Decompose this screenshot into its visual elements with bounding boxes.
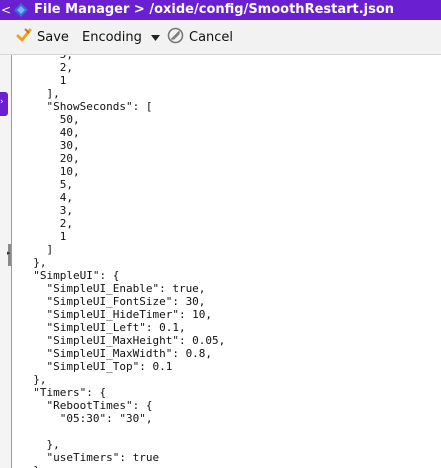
encoding-dropdown[interactable]: Encoding <box>82 20 160 54</box>
encoding-label: Encoding <box>82 29 142 45</box>
chevron-down-icon <box>150 30 160 45</box>
cancel-button[interactable]: Cancel <box>167 20 233 54</box>
code-editor[interactable]: 5, 2, 1 ], "ShowSeconds": [ 50, 40, 30, … <box>11 55 441 468</box>
save-label: Save <box>37 29 69 45</box>
title-bar: < File Manager > /oxide/config/SmoothRes… <box>0 0 441 20</box>
cancel-icon <box>167 27 184 48</box>
save-icon <box>16 27 32 47</box>
window-title: File Manager > /oxide/config/SmoothResta… <box>34 2 395 17</box>
collapse-arrow-icon: ▸ <box>7 249 11 257</box>
toolbar: Save Encoding Cancel <box>0 20 441 55</box>
save-button[interactable]: Save <box>16 20 69 54</box>
cancel-label: Cancel <box>189 29 234 45</box>
file-manager-icon <box>14 3 28 20</box>
back-icon[interactable]: < <box>1 0 11 20</box>
json-text[interactable]: 5, 2, 1 ], "ShowSeconds": [ 50, 40, 30, … <box>12 55 225 468</box>
side-panel-tab[interactable]: › <box>0 92 8 116</box>
chevron-right-icon: › <box>0 97 4 107</box>
